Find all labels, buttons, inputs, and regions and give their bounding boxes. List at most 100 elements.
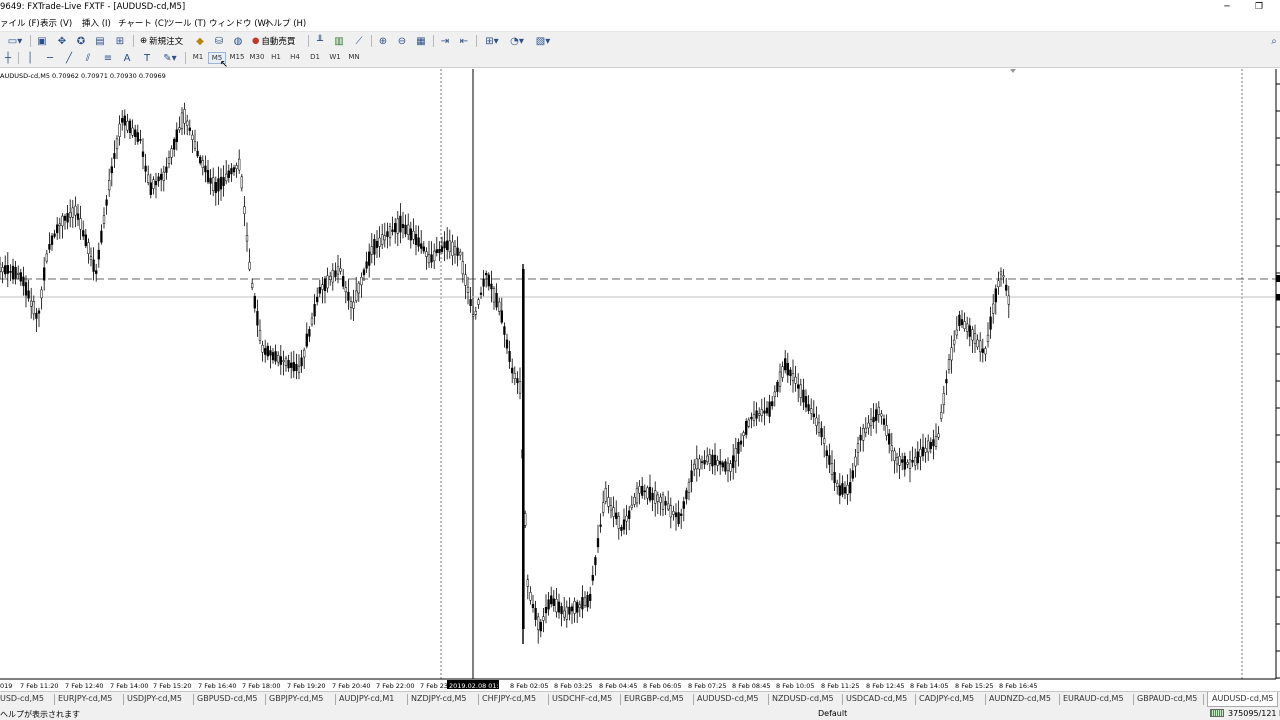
candle-body xyxy=(739,440,743,445)
candle-body xyxy=(700,461,704,463)
menu-tools[interactable]: ツール (T) xyxy=(166,17,206,29)
metaeditor-icon[interactable]: ◆ xyxy=(192,34,208,48)
tile-windows-icon[interactable]: ▦ xyxy=(413,34,429,48)
candle-body xyxy=(609,505,613,511)
timeframe-w1[interactable]: W1 xyxy=(326,53,344,61)
zoom-in-icon[interactable]: ⊕ xyxy=(375,34,391,48)
symbol-tab[interactable]: AUDNZD-cd,M5 xyxy=(989,694,1051,703)
auto-trading-button[interactable]: ● 自動売買 xyxy=(250,34,297,48)
candle-body xyxy=(526,579,529,587)
price-chart[interactable]: AUDUSD-cd,M5 0.70962 0.70971 0.70930 0.7… xyxy=(0,69,1280,691)
candle-body xyxy=(342,276,345,287)
menu-file[interactable]: ァイル (F) xyxy=(0,17,40,29)
candle-body xyxy=(404,224,407,235)
bar-chart-icon[interactable]: ╨ xyxy=(312,34,328,48)
candle-body xyxy=(672,511,675,515)
candle-body xyxy=(482,279,485,287)
symbol-tab[interactable]: USDCHF-cd,M5 xyxy=(552,694,612,703)
symbol-tab[interactable]: EURGBP-cd,M5 xyxy=(624,694,684,703)
symbol-tab[interactable]: EURJPY-cd,M5 xyxy=(58,694,112,703)
timeframe-mn[interactable]: MN xyxy=(345,53,363,61)
auto-scroll-icon[interactable]: ⇥ xyxy=(437,34,453,48)
candle-body xyxy=(261,344,264,353)
timeframe-d1[interactable]: D1 xyxy=(306,53,324,61)
candle-body xyxy=(217,178,220,192)
candle-body xyxy=(854,456,857,467)
symbol-tab[interactable]: AUDUSD-cd,M5 xyxy=(1207,692,1279,707)
search-icon[interactable]: ⌕ xyxy=(1266,34,1280,48)
zoom-out-icon[interactable]: ⊖ xyxy=(394,34,410,48)
symbol-tab[interactable]: USDJPY-cd,M5 xyxy=(127,694,182,703)
navigator-icon[interactable]: ✪ xyxy=(73,34,89,48)
text-label-icon[interactable]: T xyxy=(139,51,155,65)
menu-help[interactable]: ヘルプ (H) xyxy=(265,17,306,29)
market-icon[interactable]: ◍ xyxy=(230,34,246,48)
candle-body xyxy=(823,438,826,444)
symbol-tab[interactable]: USDCAD-cd,M5 xyxy=(846,694,907,703)
symbol-tab[interactable]: NZDUSD-cd,M5 xyxy=(772,694,834,703)
minimize-button[interactable]: ─ xyxy=(1212,0,1242,15)
candle-body xyxy=(906,462,909,465)
horizontal-line-icon[interactable]: ─ xyxy=(42,51,58,65)
timeframe-h1[interactable]: H1 xyxy=(267,53,285,61)
chart-canvas[interactable]: 019 7 Feb 11:20 7 Feb 12:40 7 Feb 14:00 7 Fe… xyxy=(0,69,1280,691)
market-watch-icon[interactable]: ✥ xyxy=(54,34,70,48)
candle-body xyxy=(113,153,116,159)
signals-icon[interactable]: ⛁ xyxy=(211,34,227,48)
connection-traffic-icon xyxy=(1210,709,1224,717)
symbol-tab[interactable]: AUDJPY-cd,M1 xyxy=(339,694,394,703)
candle-body xyxy=(643,490,646,493)
symbol-tab[interactable]: CHFJPY-cd,M5 xyxy=(482,694,536,703)
candle-body xyxy=(50,235,54,245)
strategy-tester-icon[interactable]: ⊞ xyxy=(112,34,128,48)
time-axis-label: 8 Feb 16:45 xyxy=(999,682,1038,690)
symbol-tab[interactable]: AUDUSD-cd,M5 xyxy=(697,694,758,703)
indicators-icon[interactable]: ⊞▾ xyxy=(482,34,502,48)
symbol-tab[interactable]: USD-cd,M5 xyxy=(0,694,44,703)
menu-window[interactable]: ウィンドウ (W) xyxy=(209,17,269,29)
candle-body xyxy=(752,414,756,421)
candle-body xyxy=(591,575,594,581)
candle-body xyxy=(381,234,384,245)
symbol-tab[interactable]: GBPJPY-cd,M5 xyxy=(269,694,323,703)
candlestick-icon[interactable]: ▥ xyxy=(331,34,347,48)
timeframe-m30[interactable]: M30 xyxy=(248,53,266,61)
templates-icon[interactable]: ▧▾ xyxy=(532,34,554,48)
candle-body xyxy=(919,448,922,458)
candle-body xyxy=(40,289,43,299)
candle-body xyxy=(162,171,165,181)
menu-view[interactable]: 表示 (V) xyxy=(40,17,72,29)
profiles-icon[interactable]: ▣ xyxy=(34,34,50,48)
symbol-tab[interactable]: CADJPY-cd,M5 xyxy=(919,694,974,703)
equidistant-channel-icon[interactable]: ⫽ xyxy=(80,51,96,65)
vertical-line-icon[interactable]: │ xyxy=(22,51,38,65)
chart-shift-icon[interactable]: ⇤ xyxy=(456,34,472,48)
symbol-tab[interactable]: EURAUD-cd,M5 xyxy=(1063,694,1124,703)
candle-body xyxy=(323,278,327,292)
candle-body xyxy=(201,160,204,168)
trendline-icon[interactable]: ╱ xyxy=(61,51,77,65)
terminal-icon[interactable]: ▤ xyxy=(92,34,108,48)
line-chart-icon[interactable]: ⟋ xyxy=(351,34,367,48)
symbol-tab[interactable]: GBPAUD-cd,M5 xyxy=(1137,694,1197,703)
fibonacci-icon[interactable]: ≡ xyxy=(100,51,116,65)
candle-body xyxy=(251,283,254,288)
text-icon[interactable]: A xyxy=(119,51,135,65)
menu-insert[interactable]: 挿入 (I) xyxy=(82,17,111,29)
new-chart-icon[interactable]: ▭▾ xyxy=(4,34,26,48)
timeframe-h4[interactable]: H4 xyxy=(286,53,304,61)
menu-chart[interactable]: チャート (C) xyxy=(118,17,167,29)
candle-body xyxy=(929,441,932,450)
chart-tabs-bar: USD-cd,M5 EURJPY-cd,M5 USDJPY-cd,M5 GBPUSD-… xyxy=(0,691,1280,707)
restore-button[interactable]: ❐ xyxy=(1244,0,1274,15)
shapes-icon[interactable]: ✎▾ xyxy=(159,51,181,65)
symbol-tab[interactable]: NZDJPY-cd,M5 xyxy=(411,694,466,703)
candle-body xyxy=(789,369,792,377)
timeframe-m1[interactable]: M1 xyxy=(189,53,207,61)
candle-body xyxy=(204,165,207,173)
crosshair-icon[interactable]: ┼ xyxy=(0,51,16,65)
new-order-button[interactable]: ⊕ 新規注文 xyxy=(138,34,185,48)
periods-icon[interactable]: ◔▾ xyxy=(506,34,528,48)
candle-body xyxy=(92,259,95,272)
symbol-tab[interactable]: GBPUSD-cd,M5 xyxy=(197,694,258,703)
